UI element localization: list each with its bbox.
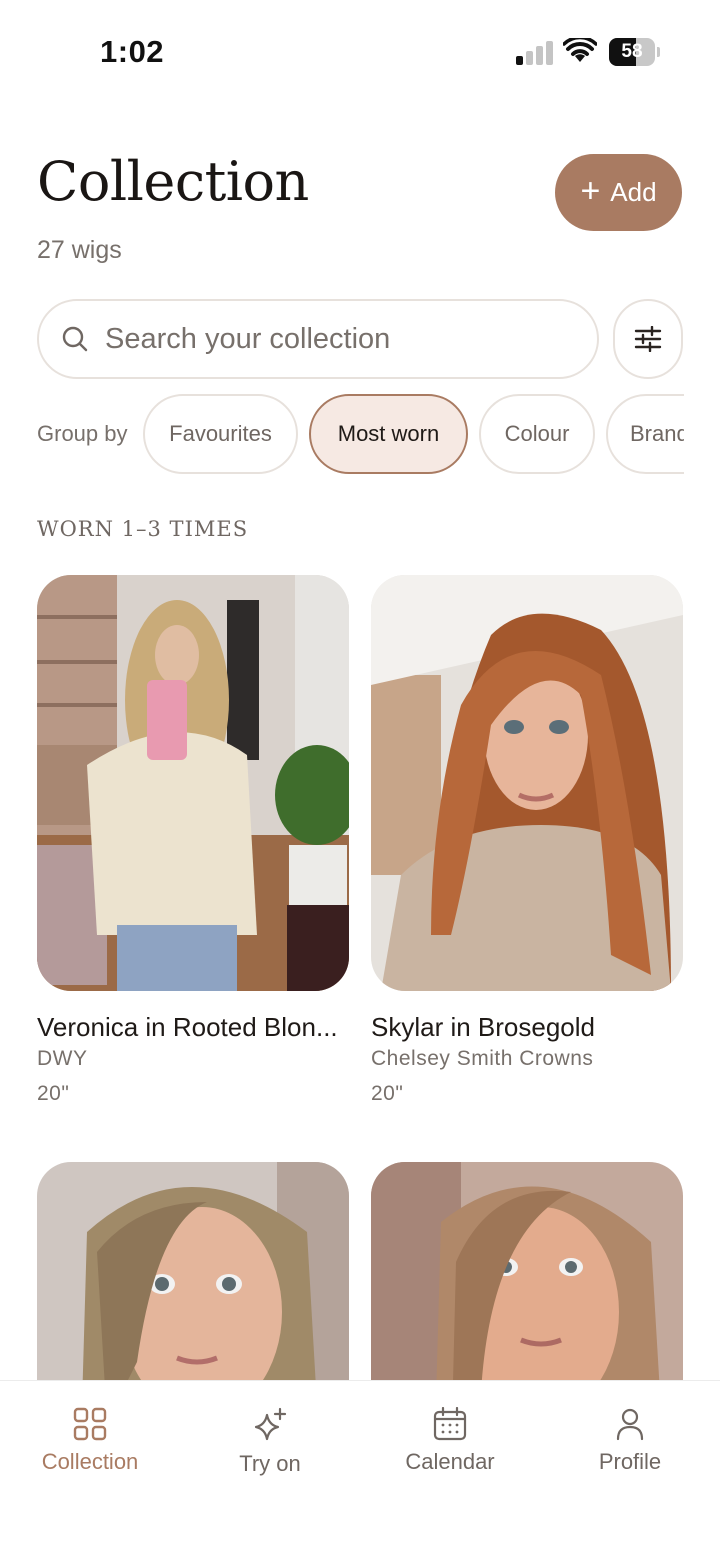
wig-brand-1: DWY: [37, 1047, 88, 1070]
status-time: 1:02: [100, 34, 165, 69]
add-button-label: Add: [610, 177, 657, 207]
group-by-label: Group by: [37, 421, 128, 446]
search-input[interactable]: [105, 322, 545, 356]
wig-length-2: 20": [371, 1082, 404, 1105]
wig-length-1: 20": [37, 1082, 70, 1105]
search-bar[interactable]: [37, 299, 599, 379]
page-title: Collection: [37, 150, 309, 213]
tab-calendar[interactable]: Calendar: [360, 1381, 540, 1501]
add-button[interactable]: + Add: [555, 154, 682, 231]
tab-profile[interactable]: Profile: [540, 1381, 720, 1501]
cellular-signal-icon: [516, 41, 554, 65]
chip-most-worn[interactable]: Most worn: [309, 394, 468, 474]
section-heading: WORN 1–3 TIMES: [37, 517, 249, 541]
sliders-icon: [634, 326, 662, 352]
tab-collection-label: Collection: [41, 1449, 139, 1474]
wifi-icon: [563, 38, 597, 62]
group-by-row: Group by Favourites Most worn Colour Bra…: [0, 394, 684, 474]
battery-percent: 58: [621, 41, 643, 62]
filter-button[interactable]: [613, 299, 683, 379]
tab-profile-label: Profile: [598, 1449, 662, 1474]
chip-colour[interactable]: Colour: [479, 394, 595, 474]
tab-try-on[interactable]: Try on: [180, 1381, 360, 1501]
plus-icon: +: [580, 172, 601, 210]
wig-brand-2: Chelsey Smith Crowns: [371, 1047, 594, 1070]
calendar-icon: [433, 1407, 467, 1441]
wig-count: 27 wigs: [37, 236, 122, 264]
tab-collection[interactable]: Collection: [0, 1381, 180, 1501]
wig-title-2[interactable]: Skylar in Brosegold: [371, 1012, 595, 1043]
wig-photo-2[interactable]: [371, 575, 683, 991]
sparkle-icon: [254, 1407, 287, 1441]
wig-photo-1[interactable]: [37, 575, 349, 991]
grid-icon: [73, 1407, 107, 1441]
chip-favourites[interactable]: Favourites: [143, 394, 298, 474]
person-icon: [616, 1408, 644, 1441]
status-bar: 1:02 58: [0, 0, 720, 104]
tab-calendar-label: Calendar: [405, 1449, 495, 1474]
bottom-tab-bar: Collection Try on Calendar Profile: [0, 1380, 720, 1561]
wig-title-1[interactable]: Veronica in Rooted Blon...: [37, 1012, 338, 1043]
tab-try-on-label: Try on: [239, 1451, 301, 1476]
chip-brand[interactable]: Brand: [606, 394, 684, 474]
battery-icon: 58: [609, 38, 660, 66]
search-icon: [62, 326, 88, 352]
